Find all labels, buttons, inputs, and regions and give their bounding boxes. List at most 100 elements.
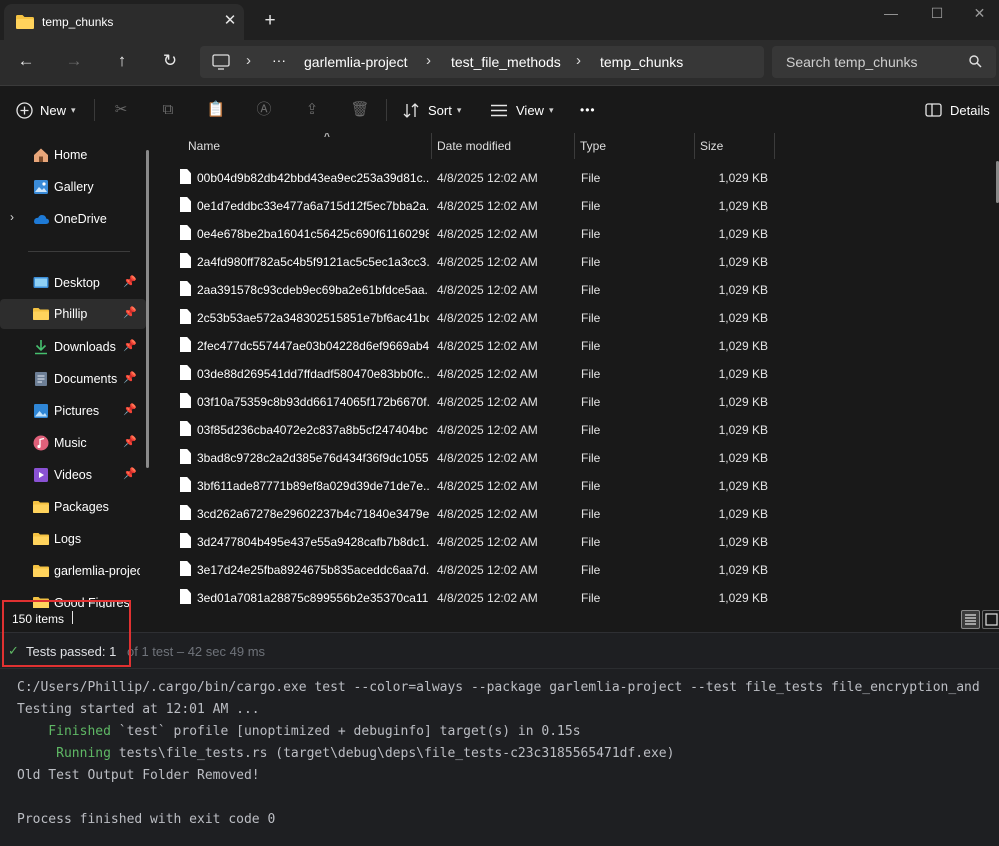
- file-size: 1,029 KB: [718, 255, 768, 269]
- file-icon: [180, 281, 191, 296]
- file-date-modified: 4/8/2025 12:02 AM: [437, 451, 538, 465]
- details-button[interactable]: Details: [925, 99, 990, 121]
- column-header-type[interactable]: Type: [574, 133, 694, 159]
- console-line: Process finished with exit code 0: [17, 812, 276, 827]
- breadcrumb-test-file-methods[interactable]: test_file_methods: [451, 54, 561, 70]
- up-button[interactable]: ↑: [108, 50, 136, 74]
- details-label: Details: [950, 102, 990, 118]
- sidebar-item-documents[interactable]: Documents 📌: [0, 364, 146, 394]
- file-icon: [180, 365, 191, 380]
- folder-icon: [33, 501, 49, 513]
- minimize-button[interactable]: —: [868, 0, 914, 32]
- breadcrumb-temp-chunks[interactable]: temp_chunks: [600, 54, 683, 70]
- maximize-button[interactable]: ☐: [914, 0, 960, 32]
- file-type: File: [581, 227, 601, 241]
- chevron-down-icon: ▾: [456, 104, 462, 115]
- sidebar-item-pictures[interactable]: Pictures 📌: [0, 396, 146, 426]
- sidebar-item-packages[interactable]: Packages: [0, 492, 146, 522]
- sidebar-item-label: Logs: [54, 532, 82, 546]
- column-name-label: Name: [188, 139, 221, 153]
- sidebar-item-garlemlia-project[interactable]: garlemlia-project: [0, 556, 146, 586]
- new-tab-button[interactable]: +: [258, 10, 282, 34]
- file-row[interactable]: 0e4e678be2ba16041c56425c690f61160298... 4…: [158, 219, 778, 247]
- file-date-modified: 4/8/2025 12:02 AM: [437, 171, 538, 185]
- file-row[interactable]: 03f85d236cba4072e2c837a8b5cf247404bc... 4…: [158, 415, 778, 443]
- sidebar-item-downloads[interactable]: Downloads 📌: [0, 332, 146, 362]
- file-row[interactable]: 3bad8c9728c2a2d385e76d434f36f9dc1055... 4…: [158, 443, 778, 471]
- address-bar[interactable]: › ··· garlemlia-project › test_file_meth…: [200, 46, 764, 78]
- tiles-view-button[interactable]: [982, 610, 999, 629]
- breadcrumb-overflow[interactable]: ···: [272, 52, 286, 68]
- file-row[interactable]: 2fec477dc557447ae03b04228d6ef9669ab4... 4…: [158, 331, 778, 359]
- file-row[interactable]: 0e1d7eddbc33e477a6a715d12f5ec7bba2a... 4/…: [158, 191, 778, 219]
- refresh-button[interactable]: ↻: [156, 50, 184, 74]
- file-row[interactable]: 03de88d269541dd7ffdadf580470e83bb0fc... 4…: [158, 359, 778, 387]
- sort-button[interactable]: Sort ▾: [403, 99, 461, 121]
- file-explorer-window: temp_chunks ✕ + — ☐ ✕ ← → ↑ ↻ › ··· garl…: [0, 0, 999, 632]
- file-date-modified: 4/8/2025 12:02 AM: [437, 591, 538, 605]
- column-header-name[interactable]: Name ˄: [182, 133, 430, 159]
- column-header-size[interactable]: Size: [694, 133, 774, 159]
- new-label: New: [40, 102, 67, 118]
- sidebar-item-logs[interactable]: Logs: [0, 524, 146, 554]
- file-size: 1,029 KB: [718, 339, 768, 353]
- file-row[interactable]: 2c53b53ae572a348302515851e7bf6ac41bc... 4…: [158, 303, 778, 331]
- sidebar-scrollbar[interactable]: [146, 150, 149, 468]
- file-row[interactable]: 00b04d9b82db42bbd43ea9ec253a39d81c... 4/8…: [158, 163, 778, 191]
- sidebar-item-label: Videos: [54, 468, 92, 482]
- file-row[interactable]: 3d2477804b495e437e55a9428cafb7b8dc1... 4/…: [158, 527, 778, 555]
- back-button[interactable]: ←: [12, 50, 40, 74]
- sidebar-item-music[interactable]: Music 📌: [0, 428, 146, 458]
- file-size: 1,029 KB: [718, 199, 768, 213]
- file-row[interactable]: 2aa391578c93cdeb9ec69ba2e61bfdce5aa... 4/…: [158, 275, 778, 303]
- rename-icon[interactable]: Ⓐ: [254, 100, 274, 120]
- file-icon: [180, 449, 191, 464]
- chevron-down-icon: ▾: [71, 104, 76, 115]
- paste-icon[interactable]: 📋: [206, 100, 226, 120]
- file-row[interactable]: 2a4fd980ff782a5c4b5f9121ac5c5ec1a3cc3...…: [158, 247, 778, 275]
- pin-icon: 📌: [123, 468, 137, 480]
- sidebar-item-onedrive[interactable]: › OneDrive: [0, 204, 146, 234]
- file-row[interactable]: 03f10a75359c8b93dd66174065f172b6670f... 4…: [158, 387, 778, 415]
- sidebar-item-home[interactable]: Home: [0, 140, 146, 170]
- file-row[interactable]: 3e17d24e25fba8924675b835aceddc6aa7d... 4/…: [158, 555, 778, 583]
- file-name: 3cd262a67278e29602237b4c71840e3479e...: [197, 507, 429, 521]
- new-button[interactable]: New ▾: [16, 99, 76, 121]
- tab-temp-chunks[interactable]: temp_chunks ✕: [4, 4, 244, 40]
- file-size: 1,029 KB: [718, 591, 768, 605]
- toolbar-divider: [94, 99, 95, 121]
- console-output[interactable]: C:/Users/Phillip/.cargo/bin/cargo.exe te…: [17, 677, 980, 831]
- chevron-down-icon: ▾: [548, 104, 554, 115]
- breadcrumb-garlemlia-project[interactable]: garlemlia-project: [304, 54, 407, 70]
- music-icon: [33, 435, 49, 451]
- file-row[interactable]: 3bf611ade87771b89ef8a029d39de71de7e... 4/…: [158, 471, 778, 499]
- share-icon[interactable]: ⇪: [302, 100, 322, 120]
- view-button[interactable]: View ▾: [490, 99, 553, 121]
- forward-button[interactable]: →: [60, 50, 88, 74]
- console-keyword: Running: [17, 746, 111, 761]
- console-line: Testing started at 12:01 AM ...: [17, 702, 260, 717]
- details-pane-icon: [925, 103, 942, 117]
- more-options-button[interactable]: •••: [580, 99, 596, 121]
- sidebar-item-desktop[interactable]: Desktop 📌: [0, 268, 146, 298]
- file-row[interactable]: 3ed01a7081a28875c899556b2e35370ca11... 4/…: [158, 583, 778, 608]
- sidebar-item-videos[interactable]: Videos 📌: [0, 460, 146, 490]
- details-view-button[interactable]: [961, 610, 980, 629]
- close-window-button[interactable]: ✕: [960, 0, 999, 32]
- onedrive-icon: [34, 215, 49, 224]
- sort-ascending-icon: ˄: [324, 133, 330, 141]
- tiles-view-icon: [985, 613, 998, 626]
- cut-icon[interactable]: ✂: [111, 100, 131, 120]
- column-divider[interactable]: [774, 133, 775, 159]
- search-input[interactable]: Search temp_chunks: [772, 46, 996, 78]
- file-row[interactable]: 3cd262a67278e29602237b4c71840e3479e... 4/…: [158, 499, 778, 527]
- copy-icon[interactable]: ⧉: [158, 100, 178, 120]
- column-header-date[interactable]: Date modified: [431, 133, 574, 159]
- file-name: 0e1d7eddbc33e477a6a715d12f5ec7bba2a...: [197, 199, 429, 213]
- chevron-right-icon[interactable]: ›: [10, 210, 14, 224]
- sidebar-item-gallery[interactable]: Gallery: [0, 172, 146, 202]
- sidebar-item-phillip[interactable]: Phillip 📌: [0, 299, 146, 329]
- delete-icon[interactable]: 🗑: [350, 100, 370, 120]
- tab-close-button[interactable]: ✕: [220, 12, 240, 32]
- folder-icon: [33, 565, 49, 577]
